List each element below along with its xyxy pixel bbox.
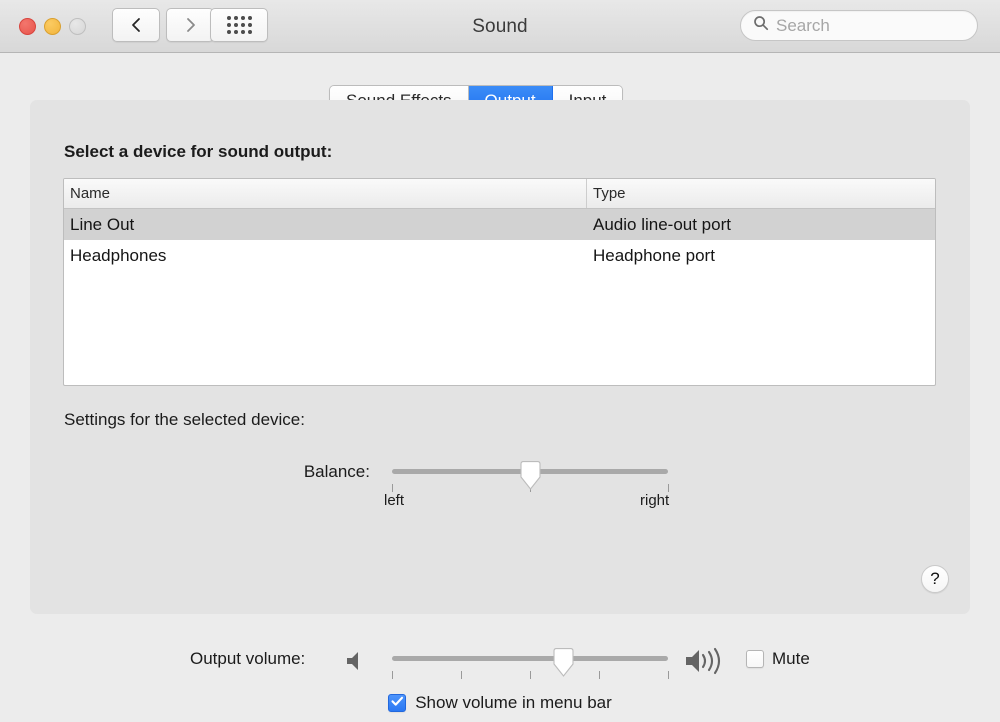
checkmark-icon	[391, 694, 404, 712]
show-volume-label: Show volume in menu bar	[415, 693, 612, 712]
output-volume-slider-ticks	[392, 671, 669, 681]
search-input-placeholder: Search	[776, 15, 830, 35]
table-row[interactable]: Line Out Audio line-out port	[64, 209, 935, 240]
mute-label: Mute	[772, 649, 810, 668]
tick-100	[668, 671, 669, 679]
show-volume-row: Show volume in menu bar	[0, 693, 1000, 713]
speaker-quiet-icon	[343, 647, 369, 680]
output-volume-label: Output volume:	[190, 649, 306, 668]
balance-slider-thumb[interactable]	[518, 460, 543, 491]
output-volume-slider-thumb[interactable]	[551, 647, 576, 678]
speaker-loud-icon	[682, 644, 730, 683]
device-type: Headphone port	[593, 245, 715, 265]
balance-tick-label-left: left	[384, 492, 405, 509]
mute-checkbox[interactable]	[746, 650, 764, 668]
output-volume-slider[interactable]	[392, 647, 669, 687]
device-name: Line Out	[70, 214, 135, 234]
show-volume-checkbox-row[interactable]: Show volume in menu bar	[388, 693, 612, 713]
balance-label: Balance:	[303, 462, 370, 481]
output-settings-panel: Select a device for sound output: Name T…	[30, 100, 970, 614]
section-title: Select a device for sound output:	[64, 142, 333, 161]
device-list[interactable]: Name Type Line Out Audio line-out port H…	[63, 178, 936, 386]
titlebar: Sound Search	[0, 0, 1000, 53]
tick-left	[392, 484, 393, 492]
balance-tick-label-right: right	[640, 492, 670, 509]
page-title: Sound	[472, 15, 528, 37]
column-header-type[interactable]: Type	[587, 179, 935, 208]
search-icon	[753, 15, 776, 36]
mute-checkbox-row[interactable]: Mute	[746, 649, 810, 669]
tick-75	[599, 671, 600, 679]
tick-50	[530, 671, 531, 679]
tick-right	[668, 484, 669, 492]
settings-section-title: Settings for the selected device:	[64, 410, 305, 429]
balance-row: Balance: left right	[30, 460, 970, 520]
table-row[interactable]: Headphones Headphone port	[64, 240, 935, 271]
output-volume-slider-track[interactable]	[392, 656, 668, 661]
help-button[interactable]: ?	[921, 565, 949, 593]
sound-preferences-window: Sound Search Sound Effects Output Input …	[0, 0, 1000, 722]
output-volume-row: Output volume: Mute	[0, 641, 1000, 681]
column-header-name[interactable]: Name	[64, 179, 587, 208]
search-field[interactable]: Search	[740, 10, 978, 41]
tick-25	[461, 671, 462, 679]
show-volume-checkbox[interactable]	[388, 694, 407, 712]
tick-0	[392, 671, 393, 679]
device-type: Audio line-out port	[593, 214, 731, 234]
balance-slider[interactable]: left right	[384, 460, 669, 509]
device-list-header: Name Type	[64, 179, 935, 209]
device-name: Headphones	[70, 245, 167, 265]
